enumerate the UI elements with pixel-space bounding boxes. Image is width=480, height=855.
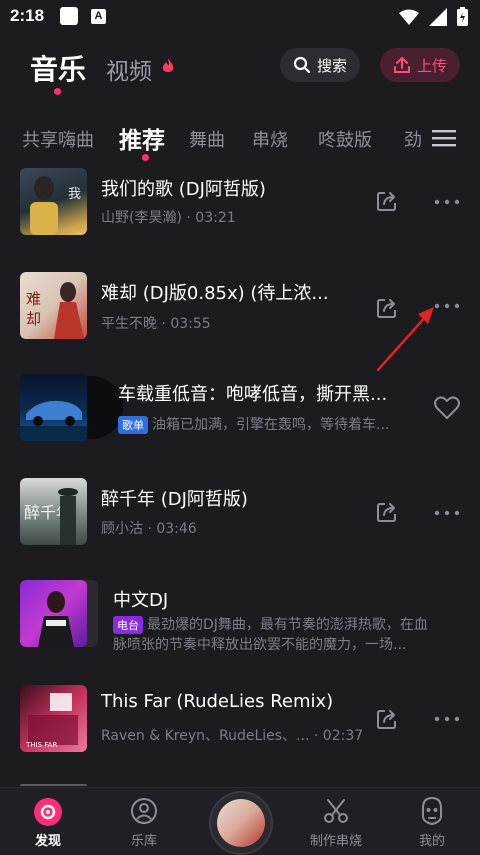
more-icon[interactable]: [434, 198, 460, 206]
wifi-icon: [399, 9, 419, 25]
song-title: 难却 (DJ版0.85x) (待上浓...: [101, 283, 329, 304]
heart-icon[interactable]: [434, 396, 460, 420]
song-cover: 我: [20, 168, 87, 235]
share-icon[interactable]: [376, 501, 398, 523]
category-tab[interactable]: 舞曲: [189, 126, 225, 152]
song-meta: 顾小沽 · 03:46: [101, 521, 197, 537]
flame-icon: [162, 58, 174, 72]
nav-mine[interactable]: 我的: [392, 788, 472, 854]
more-icon[interactable]: [434, 509, 460, 517]
nav-library[interactable]: 乐库: [104, 788, 184, 854]
radio-description: 最劲爆的DJ舞曲，最有节奏的澎湃热歌，在血: [147, 617, 428, 633]
song-cover: THIS FAR: [20, 685, 87, 752]
song-duration: 03:55: [170, 316, 211, 332]
category-menu-button[interactable]: [424, 128, 456, 152]
list-item[interactable]: 中文DJ 电台 最劲爆的DJ舞曲，最有节奏的澎湃热歌，在血 脉喷张的节奏中释放出欲…: [0, 578, 480, 658]
category-tab[interactable]: 串烧: [252, 126, 288, 152]
playlist-badge: 歌单: [118, 416, 148, 434]
now-playing-button[interactable]: [200, 788, 280, 855]
category-tabs: 共享嗨曲 推荐 舞曲 串烧 咚鼓版 劲: [0, 118, 480, 162]
song-artist: 平生不晚: [101, 316, 157, 332]
song-duration: 03:21: [195, 210, 236, 226]
song-title: This Far (RudeLies Remix): [101, 691, 334, 712]
search-button[interactable]: 搜索: [280, 48, 360, 82]
app-notification-icon: A: [91, 9, 106, 24]
list-item[interactable]: 醉千年 醉千年 (DJ阿哲版) 顾小沽 · 03:46: [0, 476, 480, 556]
search-icon: [293, 56, 311, 74]
playlist-meta: 歌单 油箱已加满，引擎在轰鸣，等待着车...: [118, 414, 408, 434]
battery-icon: [457, 7, 468, 26]
tab-active-dot: [54, 88, 61, 95]
radio-description-line2: 脉喷张的节奏中释放出欲罢不能的魔力，一场...: [113, 637, 407, 653]
now-playing-disc: [209, 791, 273, 855]
song-artist: 顾小沽: [101, 521, 143, 537]
profile-icon: [422, 796, 442, 826]
playlist-description: 油箱已加满，引擎在轰鸣，等待着车...: [152, 417, 390, 433]
song-duration: 03:46: [156, 521, 197, 537]
category-tab[interactable]: 共享嗨曲: [22, 126, 94, 152]
radio-meta: 电台 最劲爆的DJ舞曲，最有节奏的澎湃热歌，在血: [113, 614, 463, 634]
song-cover: 醉千年: [20, 478, 87, 545]
top-nav: 音乐 视频 搜索 上传: [0, 44, 480, 95]
tab-video[interactable]: 视频: [106, 52, 152, 86]
svg-text:THIS FAR: THIS FAR: [25, 741, 57, 749]
tab-music[interactable]: 音乐: [30, 48, 86, 88]
menu-icon: [432, 130, 456, 147]
signal-icon: [429, 7, 447, 26]
notification-icon: [60, 7, 78, 25]
song-meta: Raven & Kreyn、RudeLies、... · 02:37: [101, 728, 364, 744]
status-bar: 2:18 A: [0, 0, 480, 34]
more-icon[interactable]: [434, 715, 460, 723]
bottom-nav: 发现 乐库 制作串烧 我的: [0, 787, 480, 855]
song-cover: 难却: [20, 272, 87, 339]
upload-button[interactable]: 上传: [380, 48, 460, 82]
next-item-peek: [20, 784, 87, 786]
radio-cover: [20, 580, 100, 647]
upload-icon: [393, 57, 410, 73]
radio-badge: 电台: [113, 616, 143, 634]
song-title: 我们的歌 (DJ阿哲版): [101, 179, 266, 200]
playlist-cover: [20, 374, 123, 441]
status-time: 2:18: [10, 6, 45, 25]
share-icon[interactable]: [376, 190, 398, 212]
song-list: 我 我们的歌 (DJ阿哲版) 山野(李昊瀚) · 03:21 难却 难却 (DJ…: [0, 166, 480, 786]
category-active-dot: [142, 154, 149, 161]
playlist-title: 车载重低音：咆哮低音，撕开黑...: [118, 384, 388, 405]
scissors-icon: [324, 799, 348, 823]
annotation-arrow: [376, 307, 434, 372]
song-duration: 02:37: [322, 728, 364, 744]
song-meta: 山野(李昊瀚) · 03:21: [101, 210, 236, 226]
list-item[interactable]: THIS FAR This Far (RudeLies Remix) Raven…: [0, 683, 480, 763]
share-icon[interactable]: [376, 708, 398, 730]
song-artist: Raven & Kreyn、RudeLies、...: [101, 728, 310, 744]
list-item[interactable]: 我 我们的歌 (DJ阿哲版) 山野(李昊瀚) · 03:21: [0, 166, 480, 246]
song-artist: 山野(李昊瀚): [101, 210, 182, 226]
nav-discover-label: 发现: [34, 834, 61, 849]
song-meta: 平生不晚 · 03:55: [101, 316, 211, 332]
nav-make-medley-label: 制作串烧: [309, 834, 362, 849]
category-tab-active[interactable]: 推荐: [119, 121, 165, 155]
search-label: 搜索: [316, 56, 347, 75]
list-item[interactable]: 车载重低音：咆哮低音，撕开黑... 歌单 油箱已加满，引擎在轰鸣，等待着车...: [0, 372, 480, 452]
svg-text:难: 难: [26, 290, 41, 308]
upload-label: 上传: [416, 56, 447, 75]
library-icon: [131, 798, 157, 824]
song-title: 醉千年 (DJ阿哲版): [101, 489, 248, 510]
svg-text:我: 我: [68, 187, 81, 202]
nav-make-medley[interactable]: 制作串烧: [296, 788, 376, 854]
disc-icon: [34, 798, 62, 826]
category-tab[interactable]: 咚鼓版: [318, 126, 372, 152]
nav-discover[interactable]: 发现: [8, 788, 88, 854]
category-tab[interactable]: 劲: [404, 126, 422, 152]
svg-text:却: 却: [26, 310, 41, 328]
radio-title: 中文DJ: [113, 590, 169, 611]
nav-library-label: 乐库: [130, 834, 157, 849]
nav-mine-label: 我的: [418, 834, 445, 849]
